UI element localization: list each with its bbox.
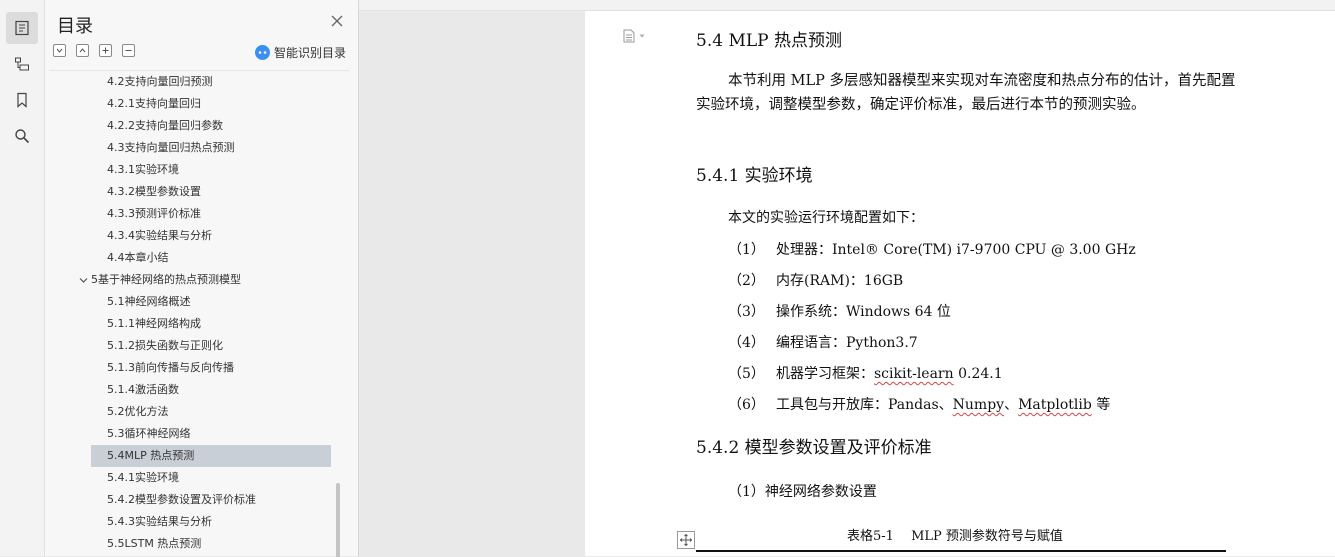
toc-item-label: 5.4MLP 热点预测 <box>107 449 195 462</box>
toc-item-label: 4.3.4实验结果与分析 <box>107 229 212 242</box>
toc-item-label: 5.1.3前向传播与反向传播 <box>107 361 234 374</box>
toc-scrollbar[interactable] <box>336 483 340 557</box>
env-item: （2） 内存(RAM)：16GB <box>728 273 904 289</box>
toc-item[interactable]: 5.1.2损失函数与正则化 <box>91 335 331 357</box>
table-caption: 表格5-1 MLP 预测参数符号与赋值 <box>847 529 1063 544</box>
toc-item[interactable]: 5.4.1实验环境 <box>91 467 331 489</box>
toc-item[interactable]: 4.3.3预测评价标准 <box>91 203 331 225</box>
smart-toc-button[interactable]: 智能识别目录 <box>254 44 346 61</box>
ruler-strip <box>359 0 1335 11</box>
toc-item[interactable]: 5.1.1神经网络构成 <box>91 313 331 335</box>
toc-item[interactable]: 5.2优化方法 <box>91 401 331 423</box>
toc-item[interactable]: 5.4.3实验结果与分析 <box>91 511 331 533</box>
heading-5-4-1: 5.4.1 实验环境 <box>696 166 813 186</box>
page-options-button[interactable] <box>623 29 646 43</box>
toc-item-label: 4.4本章小结 <box>107 251 169 264</box>
toc-item-label: 5.2优化方法 <box>107 405 169 418</box>
toc-item-label: 5.1.1神经网络构成 <box>107 317 201 330</box>
remove-icon[interactable] <box>122 44 135 57</box>
toc-item-label: 5.1神经网络概述 <box>107 295 191 308</box>
search-icon[interactable] <box>6 120 38 152</box>
toc-item-label: 5.1.2损失函数与正则化 <box>107 339 223 352</box>
intro-paragraph: 本节利用 MLP 多层感知器模型来实现对车流密度和热点分布的估计，首先配置实验环… <box>696 73 1236 113</box>
toc-list: 4.2支持向量回归预测 4.2.1支持向量回归 4.2.2支持向量回归参数 4.3支持… <box>49 70 349 557</box>
toc-item-label: 4.3.3预测评价标准 <box>107 207 201 220</box>
env-item: （5） 机器学习框架：scikit-learn 0.24.1 <box>728 366 1003 382</box>
toc-item[interactable]: 5.5LSTM 热点预测 <box>91 533 331 555</box>
chevron-down-icon[interactable] <box>79 269 89 291</box>
expand-up-icon[interactable] <box>76 44 89 57</box>
move-handle-icon[interactable] <box>677 531 695 549</box>
toc-item-label: 5.1.4激活函数 <box>107 383 179 396</box>
subheading-1: （1）神经网络参数设置 <box>728 484 877 500</box>
heading-5-4: 5.4 MLP 热点预测 <box>696 31 842 51</box>
toc-item[interactable]: 5.4MLP 热点预测 <box>91 445 331 467</box>
spell-flag: Numpy <box>952 397 1005 413</box>
panel-title: 目录 <box>57 16 93 37</box>
close-icon[interactable] <box>330 14 344 28</box>
chevron-down-icon <box>639 34 645 38</box>
toc-item[interactable]: 4.3.4实验结果与分析 <box>91 225 331 247</box>
toc-item-label: 4.2支持向量回归预测 <box>107 75 213 88</box>
toc-item[interactable]: 5.1神经网络概述 <box>91 291 331 313</box>
env-item: （1） 处理器：Intel® Core(TM) i7-9700 CPU @ 3.0… <box>728 242 1136 258</box>
env-item: （6） 工具包与开放库：Pandas、Numpy、Matplotlib 等 <box>728 397 1111 413</box>
bookmark-icon[interactable] <box>6 84 38 116</box>
toc-item[interactable]: 5.1.4激活函数 <box>91 379 331 401</box>
left-icon-rail <box>0 0 45 556</box>
toc-item-label: 5.3循环神经网络 <box>107 427 191 440</box>
toc-tree-icon[interactable] <box>6 48 38 80</box>
toc-item-label: 4.3支持向量回归热点预测 <box>107 141 235 154</box>
toc-item-label: 5.4.2模型参数设置及评价标准 <box>107 493 256 506</box>
toc-toolbar <box>53 44 135 57</box>
toc-item-label: 4.3.2模型参数设置 <box>107 185 201 198</box>
toc-item[interactable]: 5基于神经网络的热点预测模型 <box>91 269 331 291</box>
toc-item-label: 5.5LSTM 热点预测 <box>107 537 202 550</box>
toc-item-label: 5.4.1实验环境 <box>107 471 179 484</box>
add-icon[interactable] <box>99 44 112 57</box>
toc-item[interactable]: 4.2.2支持向量回归参数 <box>91 115 331 137</box>
collapse-all-icon[interactable] <box>53 44 66 57</box>
spell-flag: Matplotlib <box>1018 397 1092 413</box>
table-top-rule <box>696 550 1226 552</box>
heading-5-4-2: 5.4.2 模型参数设置及评价标准 <box>696 438 932 458</box>
toc-item-label: 5基于神经网络的热点预测模型 <box>91 273 241 286</box>
env-item: （4） 编程语言：Python3.7 <box>728 335 918 351</box>
toc-item[interactable]: 4.3.1实验环境 <box>91 159 331 181</box>
smart-toc-icon <box>254 45 270 60</box>
toc-item-label: 5.4.3实验结果与分析 <box>107 515 212 528</box>
spell-flag: scikit-learn <box>874 366 954 382</box>
toc-item-label: 4.2.2支持向量回归参数 <box>107 119 223 132</box>
toc-item[interactable]: 5.4.2模型参数设置及评价标准 <box>91 489 331 511</box>
toc-item-label: 4.3.1实验环境 <box>107 163 179 176</box>
toc-item[interactable]: 5.3循环神经网络 <box>91 423 331 445</box>
toc-icon[interactable] <box>6 12 38 44</box>
toc-panel: 目录 智能识别目录 4.2支持向量回归预测 4.2.1支持向量回归 4.2.2支持向… <box>45 0 359 557</box>
env-intro: 本文的实验运行环境配置如下： <box>728 210 924 226</box>
document-page[interactable]: 5.4 MLP 热点预测 本节利用 MLP 多层感知器模型来实现对车流密度和热点… <box>585 11 1335 556</box>
env-item: （3） 操作系统：Windows 64 位 <box>728 304 951 320</box>
toc-item[interactable]: 4.2.1支持向量回归 <box>91 93 331 115</box>
toc-item[interactable]: 4.3.2模型参数设置 <box>91 181 331 203</box>
document-margin <box>359 11 585 556</box>
toc-item[interactable]: 5.1.3前向传播与反向传播 <box>91 357 331 379</box>
smart-toc-label: 智能识别目录 <box>273 46 346 60</box>
document-icon <box>623 29 635 43</box>
toc-item[interactable]: 4.3支持向量回归热点预测 <box>91 137 331 159</box>
toc-item[interactable]: 4.2支持向量回归预测 <box>91 71 331 93</box>
toc-item[interactable]: 4.4本章小结 <box>91 247 331 269</box>
toc-item-label: 4.2.1支持向量回归 <box>107 97 201 110</box>
